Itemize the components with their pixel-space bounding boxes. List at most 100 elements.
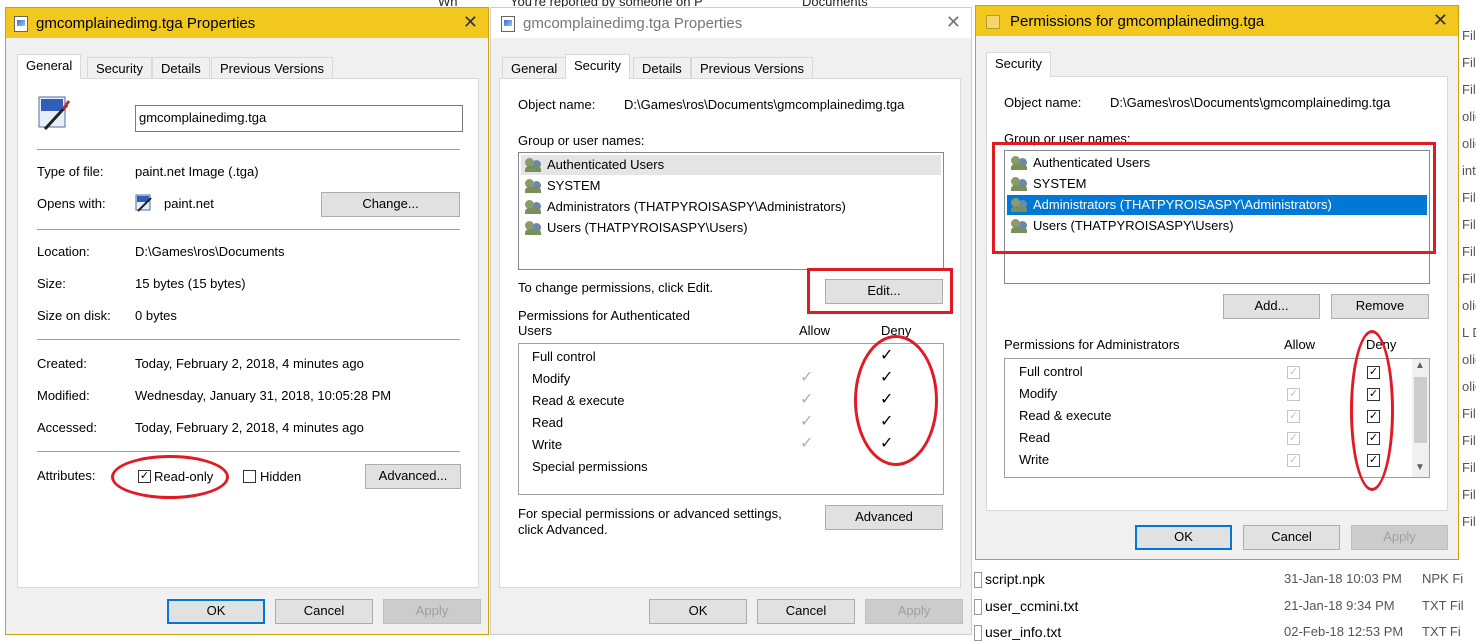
permission-name: Write: [532, 437, 563, 452]
size-on-disk-label: Size on disk:: [37, 308, 111, 323]
file-type: TXT Fi: [1422, 624, 1461, 639]
cancel-button[interactable]: Cancel: [275, 599, 373, 624]
user-row[interactable]: Users (THATPYROISASPY\Users): [521, 218, 941, 238]
hidden-label[interactable]: Hidden: [260, 469, 301, 484]
accessed-value: Today, February 2, 2018, 4 minutes ago: [135, 420, 364, 435]
modified-label: Modified:: [37, 388, 90, 403]
apply-button[interactable]: Apply: [383, 599, 481, 624]
type-label: Type of file:: [37, 164, 104, 179]
permissions-for-label: Permissions for Administrators: [1004, 337, 1180, 352]
tab-previous-versions[interactable]: Previous Versions: [211, 57, 334, 79]
permission-name: Read & execute: [532, 393, 625, 408]
close-icon[interactable]: ✕: [463, 12, 478, 33]
special-permissions-hint: For special permissions or advanced sett…: [518, 506, 782, 521]
permissions-scrollbar[interactable]: ▲ ▼: [1412, 359, 1429, 477]
change-permissions-hint: To change permissions, click Edit.: [518, 280, 714, 295]
ok-button[interactable]: OK: [649, 599, 747, 624]
general-panel: gmcomplainedimg.tga Type of file: paint.…: [17, 78, 479, 588]
explorer-type-fragment: Fil: [1462, 460, 1476, 475]
user-row[interactable]: Administrators (THATPYROISASPY\Administr…: [521, 197, 941, 217]
explorer-type-fragment: Fil: [1462, 514, 1476, 529]
permission-name: Modify: [532, 371, 571, 386]
explorer-type-fragment: Fil: [1462, 487, 1476, 502]
permission-name: Full control: [532, 349, 596, 364]
advanced-button[interactable]: Advanced: [825, 505, 943, 530]
special-permissions-hint-2: click Advanced.: [518, 522, 608, 537]
tab-details[interactable]: Details: [633, 57, 691, 79]
explorer-type-fragment: Fil: [1462, 82, 1476, 97]
separator: [37, 451, 460, 452]
size-value: 15 bytes (15 bytes): [135, 276, 246, 291]
type-value: paint.net Image (.tga): [135, 164, 259, 179]
user-list[interactable]: Authenticated Users SYSTEM Administrator…: [518, 152, 944, 270]
file-icon: [501, 16, 515, 32]
scrollbar-thumb[interactable]: [1414, 377, 1427, 443]
ok-button[interactable]: OK: [167, 599, 265, 624]
file-row[interactable]: user_ccmini.txt 21-Jan-18 9:34 PM TXT Fi…: [972, 597, 1476, 617]
user-name: Administrators (THATPYROISASPY\Administr…: [547, 199, 846, 214]
explorer-type-fragment: olic: [1462, 352, 1476, 367]
permission-name: Read: [532, 415, 564, 430]
tab-security[interactable]: Security: [87, 57, 152, 79]
tab-details[interactable]: Details: [152, 57, 210, 79]
add-button[interactable]: Add...: [1223, 294, 1320, 319]
close-icon[interactable]: ✕: [946, 12, 961, 33]
annotation-circle: [111, 455, 229, 499]
allow-check-icon: ✓: [800, 391, 814, 408]
tab-previous-versions[interactable]: Previous Versions: [691, 57, 814, 79]
separator: [37, 339, 460, 340]
lock-folder-icon: [986, 15, 1000, 29]
file-icon: [974, 625, 982, 641]
annotation-rectangle: [992, 142, 1436, 254]
object-name-value: D:\Games\ros\Documents\gmcomplainedimg.t…: [624, 97, 905, 112]
security-properties-dialog: gmcomplainedimg.tga Properties ✕ General…: [490, 7, 972, 635]
users-icon: [525, 221, 543, 235]
apply-button[interactable]: Apply: [865, 599, 963, 624]
explorer-type-fragment: olic: [1462, 136, 1476, 151]
title-bar[interactable]: gmcomplainedimg.tga Properties ✕: [491, 8, 971, 38]
chevron-up-icon[interactable]: ▲: [1415, 360, 1425, 371]
allow-checkbox: ✓: [1287, 388, 1300, 401]
created-value: Today, February 2, 2018, 4 minutes ago: [135, 356, 364, 371]
file-icon: [974, 599, 982, 615]
window-title: gmcomplainedimg.tga Properties: [36, 15, 256, 32]
explorer-type-fragment: Fil: [1462, 406, 1476, 421]
explorer-type-fragment: int.n: [1462, 163, 1476, 178]
close-icon[interactable]: ✕: [1433, 10, 1448, 31]
allow-header: Allow: [799, 323, 831, 338]
security-panel: Object name: D:\Games\ros\Documents\gmco…: [499, 78, 961, 588]
title-bar[interactable]: Permissions for gmcomplainedimg.tga ✕: [976, 6, 1458, 36]
tab-general[interactable]: General: [502, 57, 567, 79]
accessed-label: Accessed:: [37, 420, 97, 435]
chevron-down-icon[interactable]: ▼: [1415, 462, 1425, 473]
change-button[interactable]: Change...: [321, 192, 460, 217]
cancel-button[interactable]: Cancel: [1243, 525, 1340, 550]
remove-button[interactable]: Remove: [1331, 294, 1429, 319]
explorer-type-fragment: olic: [1462, 379, 1476, 394]
paintnet-app-icon: [135, 194, 153, 212]
size-on-disk-value: 0 bytes: [135, 308, 177, 323]
general-properties-dialog: gmcomplainedimg.tga Properties ✕ General…: [5, 7, 489, 635]
user-row[interactable]: SYSTEM: [521, 176, 941, 196]
user-row[interactable]: Authenticated Users: [521, 155, 941, 175]
explorer-type-fragment: Fil: [1462, 28, 1476, 43]
cancel-button[interactable]: Cancel: [757, 599, 855, 624]
allow-check-icon: ✓: [800, 413, 814, 430]
tab-general[interactable]: General: [17, 54, 82, 79]
users-icon: [525, 158, 543, 172]
ok-button[interactable]: OK: [1135, 525, 1232, 550]
apply-button[interactable]: Apply: [1351, 525, 1448, 550]
filename-input[interactable]: gmcomplainedimg.tga: [135, 105, 463, 132]
annotation-circle: [854, 335, 938, 466]
opens-value: paint.net: [164, 196, 214, 211]
hidden-checkbox[interactable]: [243, 470, 256, 483]
title-bar[interactable]: gmcomplainedimg.tga Properties ✕: [6, 8, 488, 38]
tab-security[interactable]: Security: [986, 52, 1051, 77]
tab-security[interactable]: Security: [565, 54, 630, 79]
file-date: 02-Feb-18 12:53 PM: [1284, 624, 1404, 639]
file-row[interactable]: user_info.txt 02-Feb-18 12:53 PM TXT Fi: [972, 623, 1476, 643]
file-row[interactable]: script.npk 31-Jan-18 10:03 PM NPK Fi: [972, 570, 1476, 590]
advanced-attributes-button[interactable]: Advanced...: [365, 464, 461, 489]
explorer-file-list: script.npk 31-Jan-18 10:03 PM NPK Fi use…: [972, 560, 1476, 641]
explorer-type-fragment: olic: [1462, 298, 1476, 313]
